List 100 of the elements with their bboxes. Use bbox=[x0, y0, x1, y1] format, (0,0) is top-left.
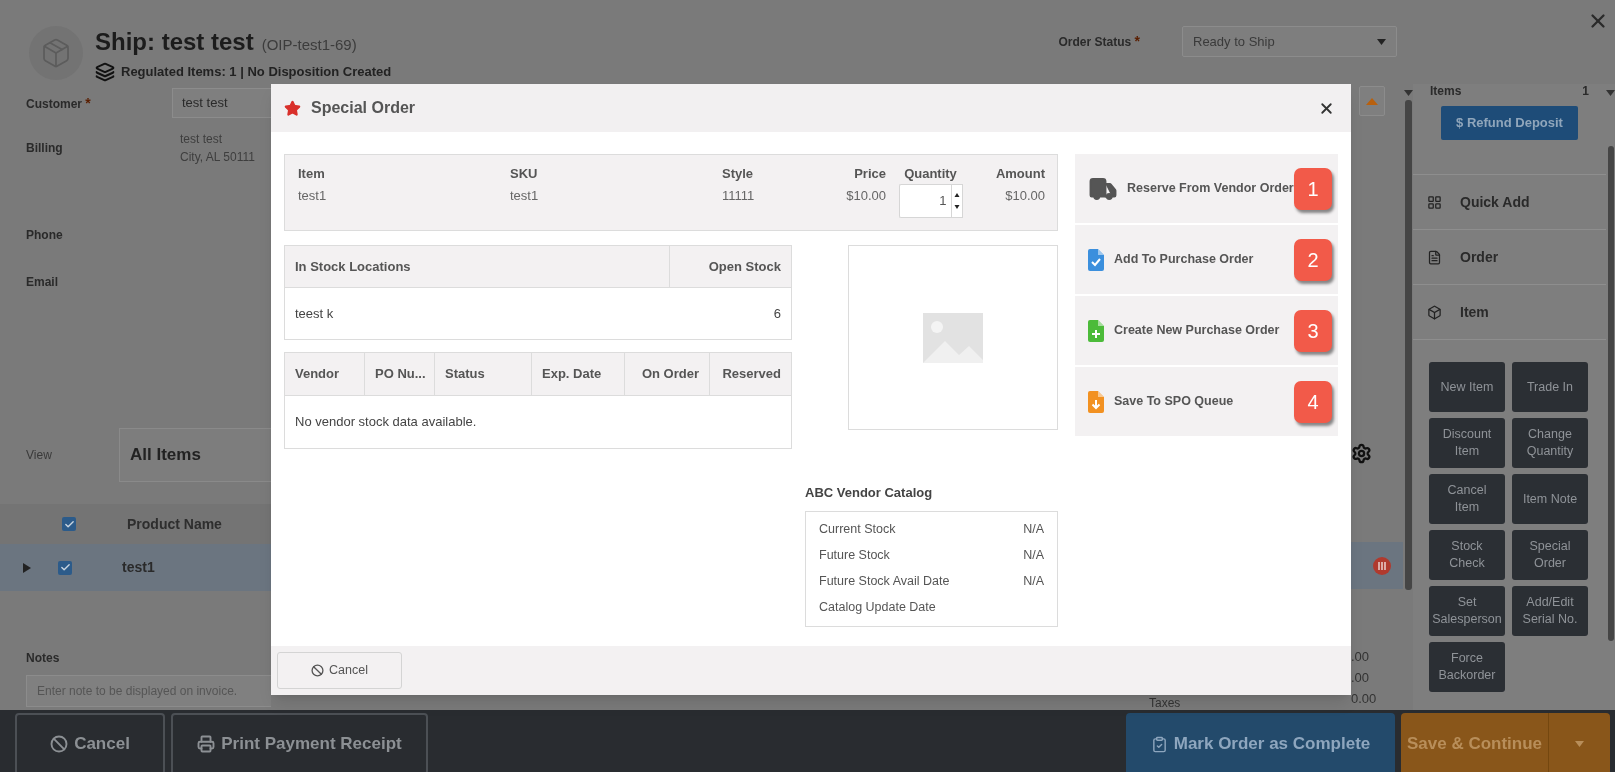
total-value: .00 bbox=[1351, 669, 1371, 687]
catalog-label: Future Stock Avail Date bbox=[819, 573, 950, 591]
customer-field[interactable]: test test bbox=[172, 88, 271, 118]
customer-label: Customer * bbox=[26, 93, 92, 113]
action-button[interactable]: Force Backorder bbox=[1429, 642, 1505, 692]
view-dropdown[interactable]: All Items bbox=[119, 428, 271, 482]
catalog-value: N/A bbox=[1023, 521, 1044, 539]
catalog-title: ABC Vendor Catalog bbox=[805, 484, 934, 502]
column-header: Exp. Date bbox=[531, 353, 624, 395]
table-row[interactable]: test1 bbox=[0, 544, 271, 591]
item-value: test1 bbox=[298, 187, 328, 205]
number-badge: 3 bbox=[1294, 309, 1332, 352]
star-icon bbox=[284, 99, 301, 117]
spinner-icon[interactable] bbox=[950, 184, 963, 218]
column-header: Vendor bbox=[294, 365, 341, 384]
email-label: Email bbox=[26, 274, 59, 291]
panel-section[interactable]: Quick Add bbox=[1413, 174, 1606, 229]
cancel-icon bbox=[311, 664, 325, 677]
column-header: Open Stock bbox=[669, 246, 791, 287]
order-status-label: Order Status * bbox=[1058, 32, 1140, 51]
column-header: Price bbox=[853, 165, 886, 182]
cube-icon bbox=[1427, 304, 1442, 320]
caret-up-icon bbox=[1366, 97, 1378, 105]
order-option[interactable]: Save To SPO Queue 4 bbox=[1075, 367, 1338, 436]
total-value: .00 bbox=[1351, 648, 1371, 666]
order-option[interactable]: Add To Purchase Order 2 bbox=[1075, 225, 1338, 294]
printer-icon bbox=[197, 735, 216, 753]
checkbox[interactable] bbox=[62, 517, 76, 531]
action-button[interactable]: Discount Item bbox=[1429, 418, 1505, 468]
column-header: Reserved bbox=[709, 353, 791, 395]
catalog-value: N/A bbox=[1023, 573, 1044, 591]
column-header: Status bbox=[434, 353, 531, 395]
amount-value: $10.00 bbox=[1004, 187, 1045, 205]
notes-label: Notes bbox=[26, 650, 61, 667]
action-button[interactable]: Trade In bbox=[1512, 362, 1588, 412]
order-option[interactable]: Reserve From Vendor Order 1 bbox=[1075, 154, 1338, 223]
column-header: Product Name bbox=[127, 514, 222, 534]
column-header: Style bbox=[722, 165, 755, 182]
action-button[interactable]: Cancel Item bbox=[1429, 474, 1505, 524]
dialog-cancel-button[interactable]: Cancel bbox=[277, 652, 402, 689]
column-header: On Order bbox=[624, 353, 709, 395]
settings-icon[interactable] bbox=[1351, 443, 1372, 464]
billing-address: test test City, AL 50111 bbox=[180, 131, 255, 166]
order-option[interactable]: Create New Purchase Order 3 bbox=[1075, 296, 1338, 365]
items-label: Items bbox=[1430, 84, 1462, 99]
refund-deposit-button[interactable]: $ Refund Deposit bbox=[1441, 106, 1578, 140]
caret-icon bbox=[1377, 38, 1386, 45]
panel-section[interactable]: Order bbox=[1413, 229, 1606, 284]
action-button[interactable]: Change Quantity bbox=[1512, 418, 1588, 468]
column-header: SKU bbox=[510, 165, 539, 182]
quantity-field[interactable]: 1 bbox=[898, 184, 951, 218]
caret-icon bbox=[1575, 741, 1584, 747]
cancel-icon bbox=[50, 735, 69, 753]
status-icon bbox=[1373, 556, 1391, 575]
page-title: Ship: test test bbox=[95, 27, 254, 57]
price-value: $10.00 bbox=[845, 187, 886, 205]
regulated-info: Regulated Items: 1 | No Disposition Created bbox=[121, 63, 392, 82]
catalog-label: Current Stock bbox=[819, 521, 896, 539]
sku-value: test1 bbox=[510, 187, 540, 205]
catalog-label: Catalog Update Date bbox=[819, 599, 936, 617]
column-header: PO Nu... bbox=[364, 353, 434, 395]
column-header: In Stock Locations bbox=[294, 257, 412, 276]
grid-icon bbox=[1427, 194, 1442, 210]
action-button[interactable]: Item Note bbox=[1512, 474, 1588, 524]
order-number: (OIP-test1-69) bbox=[261, 35, 357, 55]
action-button[interactable]: Add/Edit Serial No. bbox=[1512, 586, 1588, 636]
items-count: 1 bbox=[1582, 84, 1589, 99]
print-receipt-button[interactable]: Print Payment Receipt bbox=[171, 713, 428, 772]
document-icon bbox=[1427, 249, 1442, 265]
clipboard-icon bbox=[1150, 735, 1168, 753]
order-status-dropdown[interactable]: Ready to Ship bbox=[1182, 26, 1397, 57]
catalog-label: Future Stock bbox=[819, 547, 890, 565]
catalog-value: N/A bbox=[1023, 547, 1044, 565]
checkbox[interactable] bbox=[58, 560, 72, 575]
scroll-up-icon bbox=[1606, 90, 1615, 96]
cancel-button[interactable]: Cancel bbox=[15, 713, 165, 772]
column-header: Quantity bbox=[903, 165, 958, 182]
image-icon bbox=[923, 312, 983, 363]
action-button[interactable]: Special Order bbox=[1512, 530, 1588, 580]
action-button[interactable]: Stock Check bbox=[1429, 530, 1505, 580]
number-badge: 4 bbox=[1294, 380, 1332, 423]
view-label: View bbox=[26, 447, 53, 464]
table-cell-text: teest k bbox=[295, 304, 334, 323]
empty-message: No vendor stock data available. bbox=[295, 413, 477, 432]
scroll-up-icon bbox=[1403, 90, 1413, 96]
phone-label: Phone bbox=[26, 227, 64, 244]
mark-complete-button[interactable]: Mark Order as Complete bbox=[1126, 713, 1395, 772]
number-badge: 1 bbox=[1294, 167, 1332, 210]
action-button[interactable]: Set Salesperson bbox=[1429, 586, 1505, 636]
table-cell-text: 6 bbox=[773, 304, 781, 323]
column-header: Item bbox=[298, 165, 326, 182]
style-value: 11111 bbox=[722, 187, 756, 205]
number-badge: 2 bbox=[1294, 238, 1332, 281]
taxes-label: Taxes bbox=[1149, 697, 1181, 709]
product-name: test1 bbox=[122, 558, 155, 577]
expand-icon[interactable] bbox=[22, 562, 31, 573]
taxes-value: 0.00 bbox=[1351, 690, 1378, 708]
column-header: Amount bbox=[994, 165, 1045, 182]
panel-section[interactable]: Item bbox=[1413, 284, 1606, 339]
action-button[interactable]: New Item bbox=[1429, 362, 1505, 412]
